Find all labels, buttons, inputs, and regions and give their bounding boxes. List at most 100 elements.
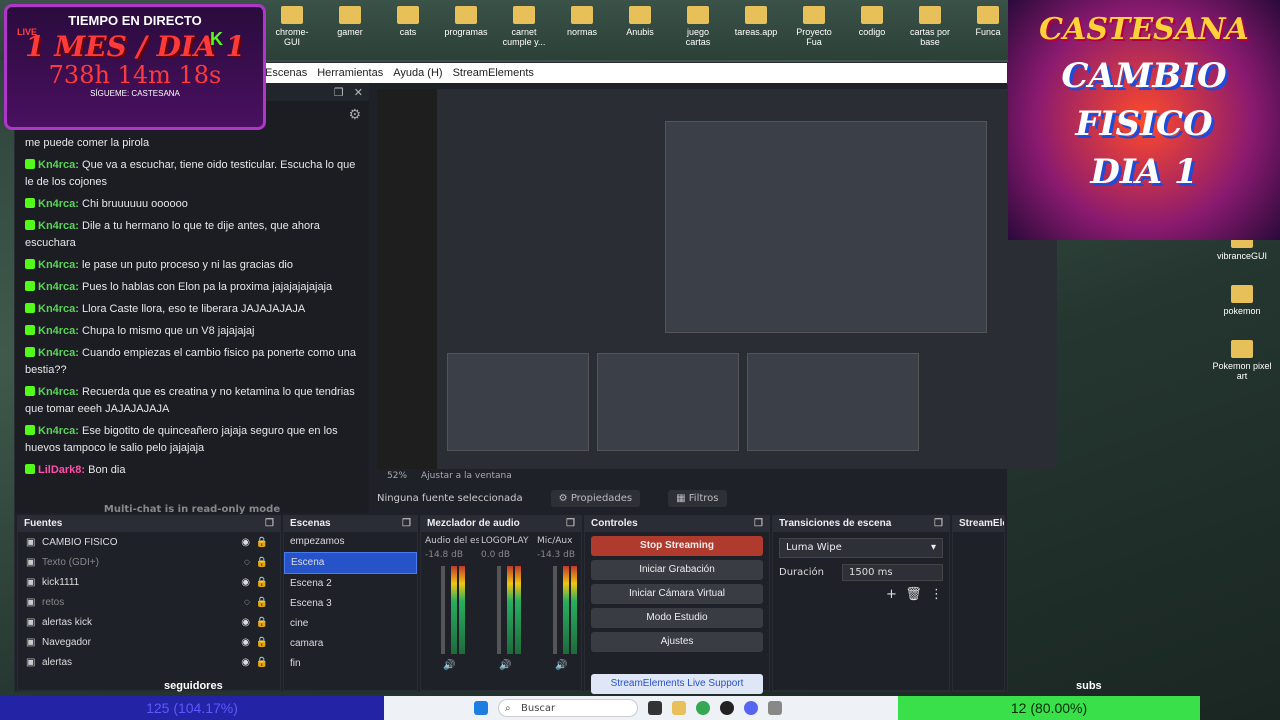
- volume-meter: [507, 566, 513, 654]
- fit-window-dropdown[interactable]: Ajustar a la ventana: [421, 471, 512, 481]
- pop-out-icon[interactable]: ❐: [566, 516, 575, 532]
- visibility-eye-icon[interactable]: ◉: [241, 537, 250, 548]
- visibility-eye-icon[interactable]: ◉: [241, 657, 250, 668]
- windows-start-icon[interactable]: [474, 701, 488, 715]
- scenes-title: Escenas ❐: [284, 516, 417, 532]
- folder-icon: [455, 6, 477, 24]
- desktop-icon[interactable]: cartas por base: [908, 6, 952, 47]
- source-item[interactable]: ▣ kick1111 ◉ 🔒: [18, 572, 280, 592]
- settings-button[interactable]: Ajustes: [591, 632, 763, 652]
- preview-canvas[interactable]: [377, 89, 1057, 469]
- desktop-icon[interactable]: carnet cumple y...: [502, 6, 546, 47]
- source-item[interactable]: ▣ retos ◌ 🔒: [18, 592, 280, 612]
- duration-label: Duración: [779, 567, 825, 578]
- trash-icon[interactable]: 🗑: [905, 587, 922, 602]
- lock-icon[interactable]: 🔒: [256, 617, 268, 628]
- source-type-icon: ▣: [26, 576, 36, 588]
- transition-select[interactable]: Luma Wipe ▾: [779, 538, 943, 558]
- menu-herramientas[interactable]: Herramientas: [317, 67, 383, 79]
- volume-fader[interactable]: [497, 566, 501, 654]
- scene-item[interactable]: Escena 2: [284, 574, 417, 594]
- discord-icon[interactable]: [744, 701, 758, 715]
- lock-icon[interactable]: 🔒: [256, 557, 268, 568]
- lock-icon[interactable]: 🔒: [256, 577, 268, 588]
- desktop-icon[interactable]: normas: [560, 6, 604, 47]
- source-item[interactable]: ▣ CAMBIO FISICO ◉ 🔒: [18, 532, 280, 552]
- source-item[interactable]: ▣ alertas kick ◉ 🔒: [18, 612, 280, 632]
- visibility-eye-icon[interactable]: ◉: [241, 577, 250, 588]
- file-explorer-icon[interactable]: [672, 701, 686, 715]
- desktop-icon[interactable]: programas: [444, 6, 488, 47]
- more-icon[interactable]: ⋮: [930, 587, 943, 602]
- desktop-icon[interactable]: codigo: [850, 6, 894, 47]
- chat-username: Kn4rca:: [38, 325, 79, 337]
- scene-item[interactable]: camara: [284, 634, 417, 654]
- studio-mode-button[interactable]: Modo Estudio: [591, 608, 763, 628]
- zoom-level[interactable]: 52%: [387, 471, 407, 481]
- desktop-icon[interactable]: gamer: [328, 6, 372, 47]
- chevron-down-icon: ▾: [930, 542, 936, 553]
- calculator-icon[interactable]: [768, 701, 782, 715]
- source-item[interactable]: ▣ Texto (GDI+) ◌ 🔒: [18, 552, 280, 572]
- start-recording-button[interactable]: Iniciar Grabación: [591, 560, 763, 580]
- desktop-icon[interactable]: juego cartas: [676, 6, 720, 47]
- filters-button[interactable]: ▦ Filtros: [668, 489, 727, 507]
- kick-badge-icon: [25, 325, 35, 335]
- speaker-icon[interactable]: 🔊: [555, 660, 567, 671]
- banner-line3: DIA 1: [1090, 152, 1198, 192]
- lock-icon[interactable]: 🔒: [256, 597, 268, 608]
- properties-button[interactable]: ⚙ Propiedades: [550, 489, 641, 507]
- pop-out-icon[interactable]: ❐: [402, 516, 411, 532]
- menu-escenas[interactable]: Escenas: [265, 67, 307, 79]
- task-view-icon[interactable]: [648, 701, 662, 715]
- visibility-eye-icon[interactable]: ◌: [244, 597, 250, 608]
- volume-fader[interactable]: [553, 566, 557, 654]
- desktop-icon[interactable]: tareas.app: [734, 6, 778, 47]
- source-item[interactable]: ▣ alertas ◉ 🔒: [18, 652, 280, 672]
- visibility-eye-icon[interactable]: ◉: [241, 637, 250, 648]
- desktop-icon[interactable]: chrome-GUI: [270, 6, 314, 47]
- pop-out-icon[interactable]: ❐: [334, 86, 344, 99]
- desktop-icon[interactable]: Funca: [966, 6, 1010, 47]
- scene-item[interactable]: empezamos: [284, 532, 417, 552]
- timer-headline: 1 MES / DIA 1: [25, 30, 245, 63]
- scene-item[interactable]: Escena: [284, 552, 417, 574]
- scene-item[interactable]: fin: [284, 654, 417, 674]
- lock-icon[interactable]: 🔒: [256, 657, 268, 668]
- desktop-icon[interactable]: Proyecto Fua: [792, 6, 836, 47]
- menu-ayuda[interactable]: Ayuda (H): [393, 67, 442, 79]
- chrome-icon[interactable]: [696, 701, 710, 715]
- obs-icon[interactable]: [720, 701, 734, 715]
- desktop-icon[interactable]: Pokemon pixel art: [1212, 340, 1272, 381]
- visibility-eye-icon[interactable]: ◉: [241, 617, 250, 628]
- scene-item[interactable]: cine: [284, 614, 417, 634]
- lock-icon[interactable]: 🔒: [256, 637, 268, 648]
- desktop-icon[interactable]: pokemon: [1212, 285, 1272, 316]
- settings-gear-icon[interactable]: ⚙: [348, 107, 361, 123]
- pop-out-icon[interactable]: ❐: [754, 516, 763, 532]
- visibility-eye-icon[interactable]: ◌: [244, 557, 250, 568]
- pop-out-icon[interactable]: ❐: [934, 516, 943, 532]
- duration-input[interactable]: 1500 ms: [842, 564, 943, 581]
- speaker-icon[interactable]: 🔊: [443, 660, 455, 671]
- subs-progress-bar: 12 (80.00%): [898, 696, 1200, 720]
- volume-meter: [459, 566, 465, 654]
- stop-streaming-button[interactable]: Stop Streaming: [591, 536, 763, 556]
- speaker-icon[interactable]: 🔊: [499, 660, 511, 671]
- virtual-camera-button[interactable]: Iniciar Cámara Virtual: [591, 584, 763, 604]
- menu-streamelements[interactable]: StreamElements: [453, 67, 534, 79]
- desktop-icon[interactable]: Anubis: [618, 6, 662, 47]
- folder-icon: [861, 6, 883, 24]
- chat-message: Kn4rca: Chi bruuuuuu oooooo: [25, 196, 359, 213]
- desktop-icon[interactable]: cats: [386, 6, 430, 47]
- add-icon[interactable]: +: [886, 587, 897, 602]
- source-item[interactable]: ▣ Navegador ◉ 🔒: [18, 632, 280, 652]
- scene-item[interactable]: Escena 3: [284, 594, 417, 614]
- taskbar-search[interactable]: ⌕ Buscar: [498, 699, 638, 717]
- volume-fader[interactable]: [441, 566, 445, 654]
- live-support-button[interactable]: StreamElements Live Support: [591, 674, 763, 694]
- pop-out-icon[interactable]: ❐: [265, 516, 274, 532]
- close-icon[interactable]: ✕: [354, 86, 363, 99]
- nested-preview-thumb: [665, 121, 987, 333]
- lock-icon[interactable]: 🔒: [256, 537, 268, 548]
